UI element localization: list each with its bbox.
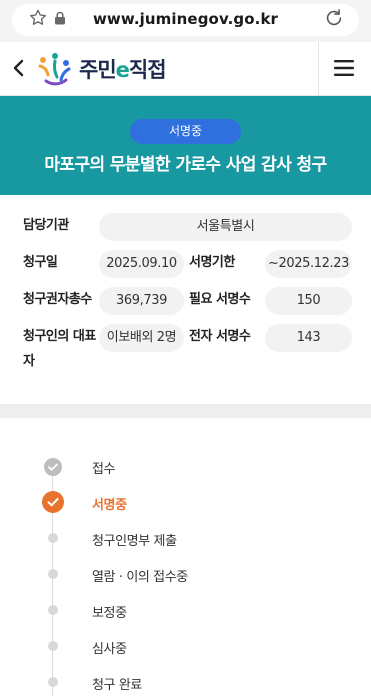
petition-title: 마포구의 무분별한 가로수 사업 감사 청구 (44, 155, 327, 175)
deadline-value: ~2025.12.23 (265, 250, 352, 278)
petition-banner: 서명중 마포구의 무분별한 가로수 사업 감사 청구 (0, 96, 371, 195)
hamburger-menu-icon[interactable] (333, 58, 355, 78)
petition-info: 담당기관 서울특별시 청구일 2025.09.10 서명기한 ~2025.12.… (0, 195, 371, 404)
request-date-value: 2025.09.10 (99, 250, 184, 278)
step-pending-dot-icon (48, 677, 58, 687)
step-pending-dot-icon (48, 605, 58, 615)
step-pending-dot-icon (48, 569, 58, 579)
step-label-complete: 청구 완료 (92, 678, 142, 693)
representative-label-line1: 청구인의 대표 (23, 329, 96, 344)
header-divider (318, 42, 319, 96)
step-label-correction: 보정중 (92, 606, 127, 621)
step-label-inspection: 열람 · 이의 접수중 (92, 570, 188, 585)
logo-e: e (115, 58, 130, 82)
browser-address-bar: www.juminegov.go.kr (0, 0, 371, 42)
step-pending-dot-icon (48, 533, 58, 543)
step-label-signing: 서명중 (92, 498, 127, 513)
step-label-roster-submission: 청구인명부 제출 (92, 534, 177, 549)
electronic-signatures-value: 143 (265, 324, 352, 352)
section-divider (0, 404, 371, 418)
step-done-check-icon (44, 458, 62, 476)
required-signatures-label: 필요 서명수 (189, 292, 251, 307)
electronic-signatures-label: 전자 서명수 (189, 329, 251, 344)
chevron-left-icon[interactable] (10, 57, 28, 79)
deadline-label: 서명기한 (189, 255, 235, 270)
logo-suffix: 직접 (128, 58, 167, 82)
logo-mark-icon[interactable] (36, 51, 76, 87)
required-signatures-value: 150 (265, 287, 352, 315)
progress-steps: 접수 서명중 청구인명부 제출 열람 · 이의 접수중 보정중 심사중 청구 완… (0, 418, 371, 700)
reload-icon[interactable] (323, 7, 345, 29)
representative-value: 이보배외 2명 (99, 324, 184, 352)
agency-value: 서울특별시 (99, 213, 352, 241)
step-pending-dot-icon (48, 641, 58, 651)
status-badge: 서명중 (130, 119, 241, 144)
url-text[interactable]: www.juminegov.go.kr (0, 10, 371, 28)
logo-prefix: 주민 (79, 58, 117, 82)
total-eligible-value: 369,739 (99, 287, 184, 315)
step-label-review: 심사중 (92, 642, 127, 657)
step-current-check-icon (42, 491, 64, 513)
total-eligible-label: 청구권자총수 (23, 292, 92, 307)
agency-label: 담당기관 (23, 218, 69, 233)
step-label-received: 접수 (92, 462, 116, 477)
request-date-label: 청구일 (23, 255, 58, 270)
representative-label-line2: 자 (23, 354, 35, 369)
site-logo[interactable]: 주민e직접 (79, 54, 167, 84)
site-header: 주민e직접 (0, 42, 371, 96)
